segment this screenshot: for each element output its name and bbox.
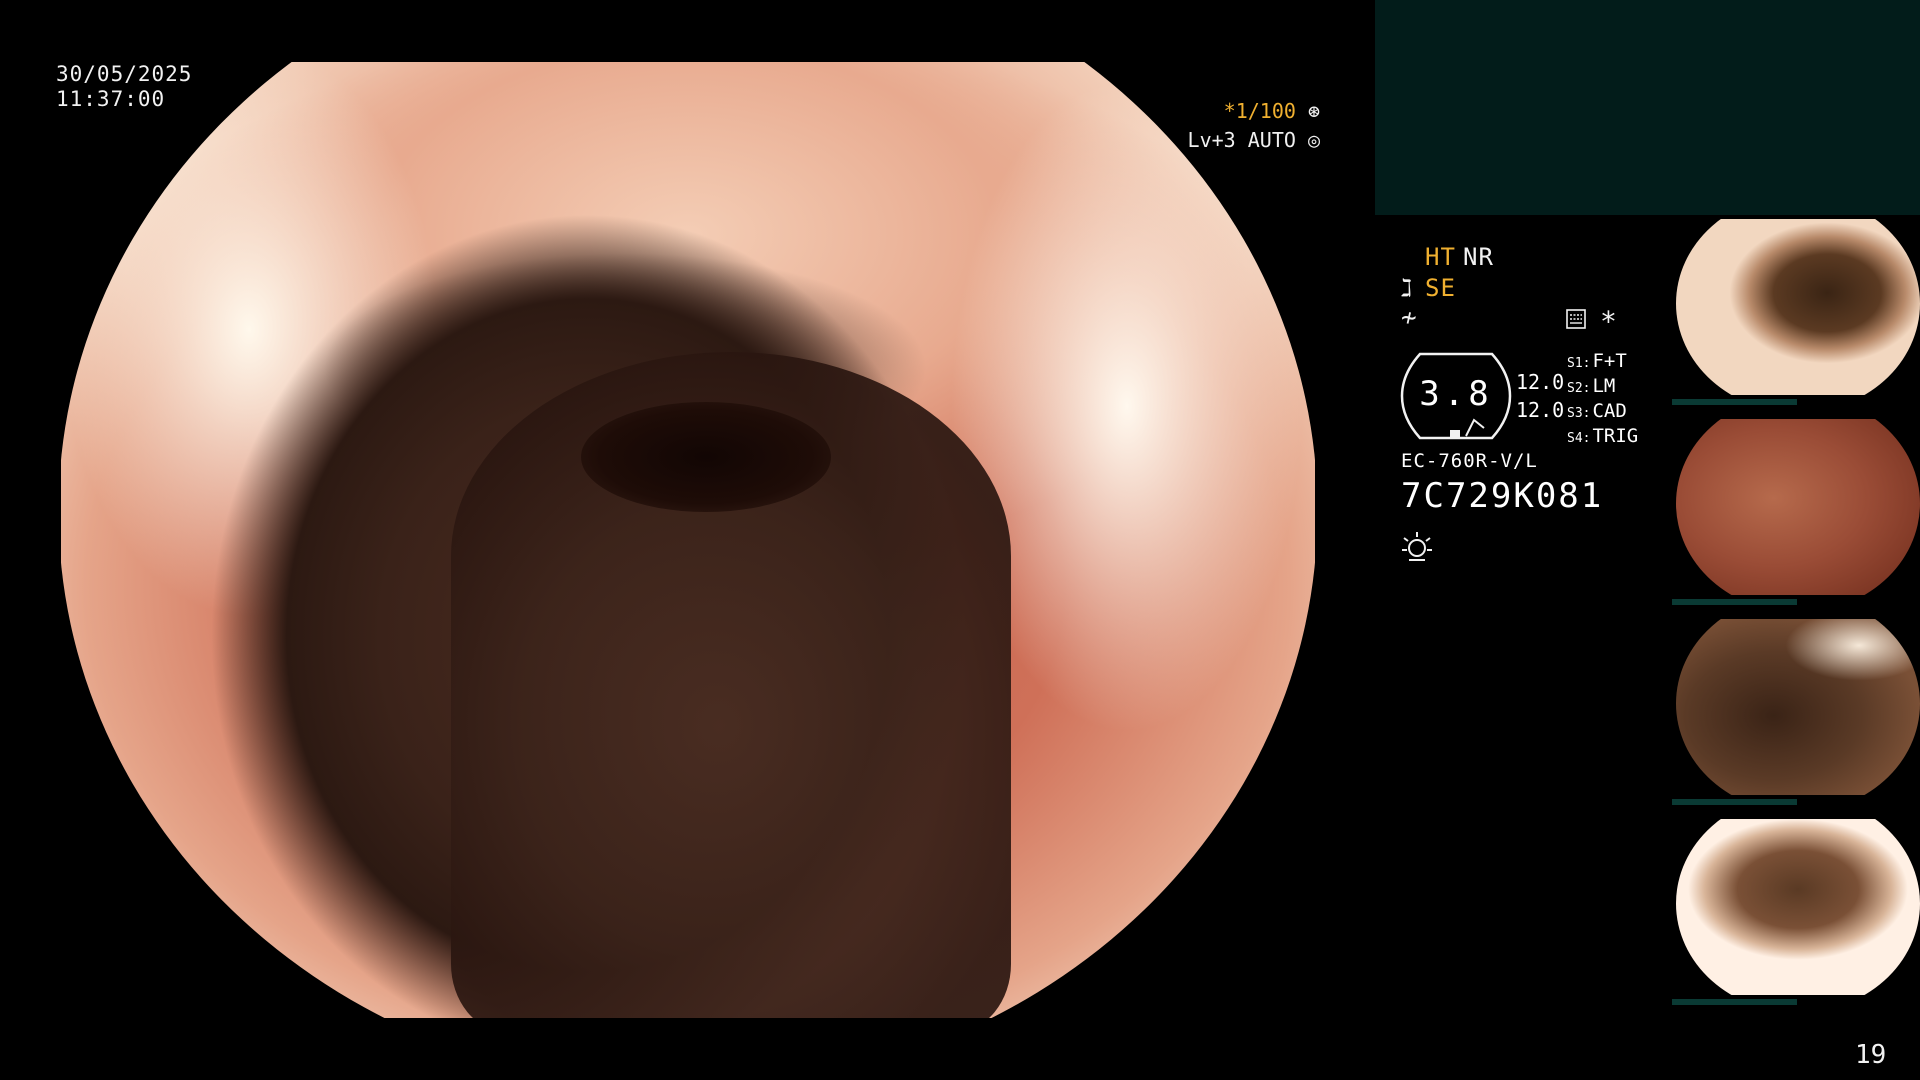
switch-3-label: CAD <box>1592 400 1627 422</box>
thumbnail-image <box>1676 219 1920 395</box>
light-icon <box>1402 532 1432 561</box>
switch-4-label: TRIG <box>1592 425 1639 447</box>
switch-3-key: S3: <box>1567 406 1591 421</box>
top-info-panel <box>1375 0 1920 215</box>
thumbnail-image <box>1676 819 1920 995</box>
enhancement-indicator: *1/100 ⊛ <box>1224 99 1320 123</box>
time-label: 11:37:00 <box>56 87 166 111</box>
nr-indicator: NR <box>1463 243 1494 271</box>
level-indicator: Lv+3 AUTO ◎ <box>1188 128 1320 152</box>
thumbnail-bar <box>1672 599 1797 605</box>
endoscope-main-view <box>61 62 1315 1018</box>
switch-3: S3: CAD <box>1567 400 1627 422</box>
iris-icon: ◎ <box>1307 128 1320 152</box>
keyboard-icon <box>1566 309 1586 329</box>
gauge-value-b: 12.0 <box>1516 398 1565 422</box>
thumbnail-capture-4[interactable] <box>1672 817 1920 1005</box>
switch-1-label: F+T <box>1592 350 1627 372</box>
switch-1-key: S1: <box>1567 356 1591 371</box>
gauge-value-a: 12.0 <box>1516 370 1565 394</box>
switch-1: S1: F+T <box>1567 350 1627 372</box>
thumbnail-capture-1[interactable] <box>1672 217 1920 405</box>
star-icon: * <box>1600 305 1617 338</box>
date-label: 30/05/2025 <box>56 62 193 86</box>
switch-2-key: S2: <box>1567 381 1591 396</box>
thumbnail-bar <box>1672 999 1797 1005</box>
switch-4: S4: TRIG <box>1567 425 1638 447</box>
scope-model: EC-760R-V/L <box>1401 450 1538 472</box>
thumbnail-image <box>1676 419 1920 595</box>
thumbnail-capture-2[interactable] <box>1672 417 1920 605</box>
switch-4-key: S4: <box>1567 431 1591 446</box>
switch-2: S2: LM <box>1567 375 1615 397</box>
freeze-icon: ≁ <box>1401 303 1417 333</box>
level-label: Lv+3 AUTO <box>1187 128 1296 152</box>
scope-serial: 7C729K081 <box>1401 476 1604 516</box>
thumbnail-capture-3[interactable] <box>1672 617 1920 805</box>
gauge-value: 3.8 <box>1419 374 1493 414</box>
se-indicator: SE <box>1425 274 1456 302</box>
lumen-deep-region <box>581 402 831 512</box>
thumbnail-image <box>1676 619 1920 795</box>
thumbnail-bar <box>1672 399 1797 405</box>
enhancement-label: *1/100 <box>1223 99 1296 123</box>
switch-2-label: LM <box>1592 375 1616 397</box>
ht-indicator: HT <box>1425 243 1456 271</box>
aperture-icon: ⊛ <box>1307 99 1320 123</box>
scope-icon: ℷ <box>1401 274 1414 302</box>
page-number: 19 <box>1855 1040 1887 1070</box>
thumbnail-bar <box>1672 799 1797 805</box>
